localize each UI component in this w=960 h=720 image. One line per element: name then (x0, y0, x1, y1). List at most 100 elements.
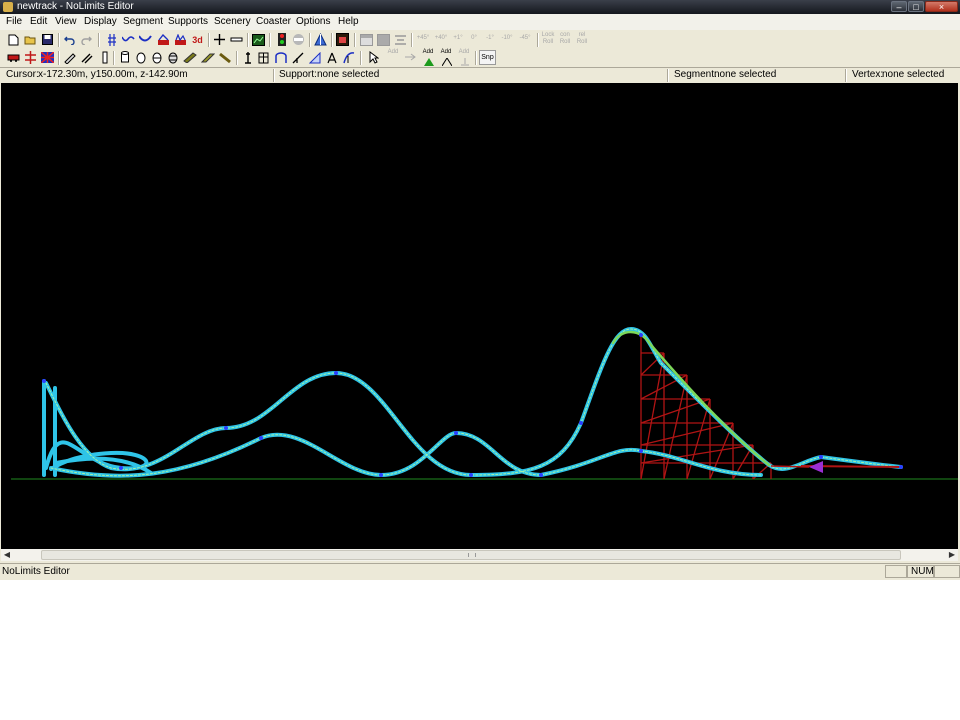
train-icon[interactable] (6, 50, 21, 65)
cylinder-4-icon[interactable] (165, 50, 180, 65)
add-support-label: Add (440, 49, 452, 55)
minimize-button[interactable]: – (891, 1, 907, 12)
menu-file[interactable]: File (6, 14, 22, 30)
rotate-plus40-button: +40° (434, 35, 448, 41)
lift-icon[interactable] (290, 50, 305, 65)
menu-bar: File Edit View Display Segment Supports … (0, 14, 960, 30)
snap-toggle[interactable]: Snp (479, 50, 496, 65)
menu-coaster[interactable]: Coaster (256, 14, 291, 30)
ramp-icon[interactable] (200, 50, 215, 65)
vertex-label: Vertex: (852, 69, 884, 80)
support-value: none selected (317, 69, 380, 80)
vertex-value: none selected (882, 69, 945, 80)
app-icon (3, 2, 13, 12)
cylinder-1-icon[interactable] (117, 50, 132, 65)
cross-track-icon[interactable] (23, 50, 38, 65)
cursor-label: Cursor: (6, 69, 39, 80)
redo-icon (79, 32, 94, 47)
station-icon (291, 32, 306, 47)
scrollbar-thumb[interactable] (41, 550, 901, 560)
pencil-icon[interactable] (62, 50, 77, 65)
maximize-button[interactable]: □ (908, 1, 924, 12)
scroll-right-icon[interactable]: ▶ (946, 549, 958, 561)
title-bar: newtrack - NoLimits Editor – □ × (0, 0, 960, 14)
rel-roll-label-1: rel (578, 32, 586, 38)
editor-window: newtrack - NoLimits Editor – □ × File Ed… (0, 0, 960, 580)
con-roll-button: con Roll (557, 32, 573, 46)
support-arrow-icon (439, 57, 454, 66)
segment-value: none selected (714, 69, 777, 80)
rotate-plus1-button: +1° (453, 35, 463, 41)
save-icon[interactable] (40, 32, 55, 47)
add-support-button[interactable]: Add (438, 49, 454, 56)
track-canvas[interactable] (1, 83, 958, 549)
rotate-minus45-button: -45° (519, 35, 531, 41)
num-lock-indicator: NUM (907, 565, 934, 578)
view-3d-button[interactable]: 3d (190, 32, 205, 47)
track-viewport[interactable] (1, 83, 958, 549)
menu-view[interactable]: View (55, 14, 77, 30)
add-vertex-disabled-button: Add (385, 49, 401, 56)
add-vertex-label: Add (387, 49, 399, 55)
add-green-button[interactable]: Add (420, 49, 436, 56)
undo-icon[interactable] (62, 32, 77, 47)
open-folder-icon[interactable] (23, 32, 38, 47)
pylon-icon[interactable] (324, 50, 339, 65)
close-button[interactable]: × (925, 1, 958, 12)
rel-roll-button: rel Roll (574, 32, 590, 46)
zoom-out-icon[interactable] (229, 32, 244, 47)
add-footer-label: Add (458, 49, 470, 55)
slope-icon[interactable] (307, 50, 322, 65)
grid-icon[interactable] (104, 32, 119, 47)
menu-edit[interactable]: Edit (30, 14, 47, 30)
rel-roll-label-2: Roll (576, 39, 588, 45)
new-file-icon[interactable] (6, 32, 21, 47)
cursor-value: x-172.30m, y150.00m, z-142.90m (38, 69, 188, 80)
flag-icon[interactable] (40, 50, 55, 65)
green-arrow-icon (421, 57, 436, 66)
menu-supports[interactable]: Supports (168, 14, 208, 30)
menu-scenery[interactable]: Scenery (214, 14, 251, 30)
status-bar: Cursor: x-172.30m, y150.00m, z-142.90m S… (0, 67, 960, 83)
hill-icon[interactable] (341, 50, 356, 65)
plank-icon[interactable] (182, 50, 197, 65)
pole-icon[interactable] (97, 50, 112, 65)
track-dip-icon[interactable] (138, 32, 153, 47)
pointer-icon[interactable] (366, 50, 381, 65)
tunnel-icon[interactable] (335, 32, 350, 47)
track-curve-icon[interactable] (121, 32, 136, 47)
view-side-icon[interactable] (156, 32, 171, 47)
cylinder-3-icon[interactable] (149, 50, 164, 65)
gate-icon[interactable] (256, 50, 271, 65)
coaster-track[interactable] (42, 326, 903, 478)
bottom-status-bar: NoLimits Editor NUM (0, 563, 960, 580)
support-label: Support: (279, 69, 317, 80)
status-panel-scroll (934, 565, 960, 578)
con-roll-label-1: con (560, 32, 570, 38)
add-footer-button: Add (456, 49, 472, 56)
footer-icon (457, 57, 472, 66)
beam-icon[interactable] (217, 50, 232, 65)
test-track-icon[interactable] (251, 32, 266, 47)
window-panel-icon (359, 32, 374, 47)
traffic-light-icon[interactable] (274, 32, 289, 47)
menu-help[interactable]: Help (338, 14, 359, 30)
menu-options[interactable]: Options (296, 14, 330, 30)
lock-roll-label-1: Lock (541, 32, 555, 38)
lamp-icon[interactable] (240, 50, 255, 65)
horizontal-scrollbar[interactable]: ◀ ▶ (1, 549, 958, 561)
window-title: newtrack - NoLimits Editor (17, 1, 134, 12)
rotate-minus10-button: -10° (501, 35, 513, 41)
add-segment-disabled-icon (402, 50, 417, 65)
lock-roll-button: Lock Roll (540, 32, 556, 46)
draw-segment-icon[interactable] (79, 50, 94, 65)
menu-segment[interactable]: Segment (123, 14, 163, 30)
app-name-label: NoLimits Editor (2, 566, 70, 577)
view-front-icon[interactable] (173, 32, 188, 47)
arch-icon[interactable] (273, 50, 288, 65)
cylinder-2-icon[interactable] (133, 50, 148, 65)
zoom-in-icon[interactable] (212, 32, 227, 47)
menu-display[interactable]: Display (84, 14, 117, 30)
scroll-left-icon[interactable]: ◀ (1, 549, 13, 561)
support-pyramid-icon[interactable] (313, 32, 328, 47)
